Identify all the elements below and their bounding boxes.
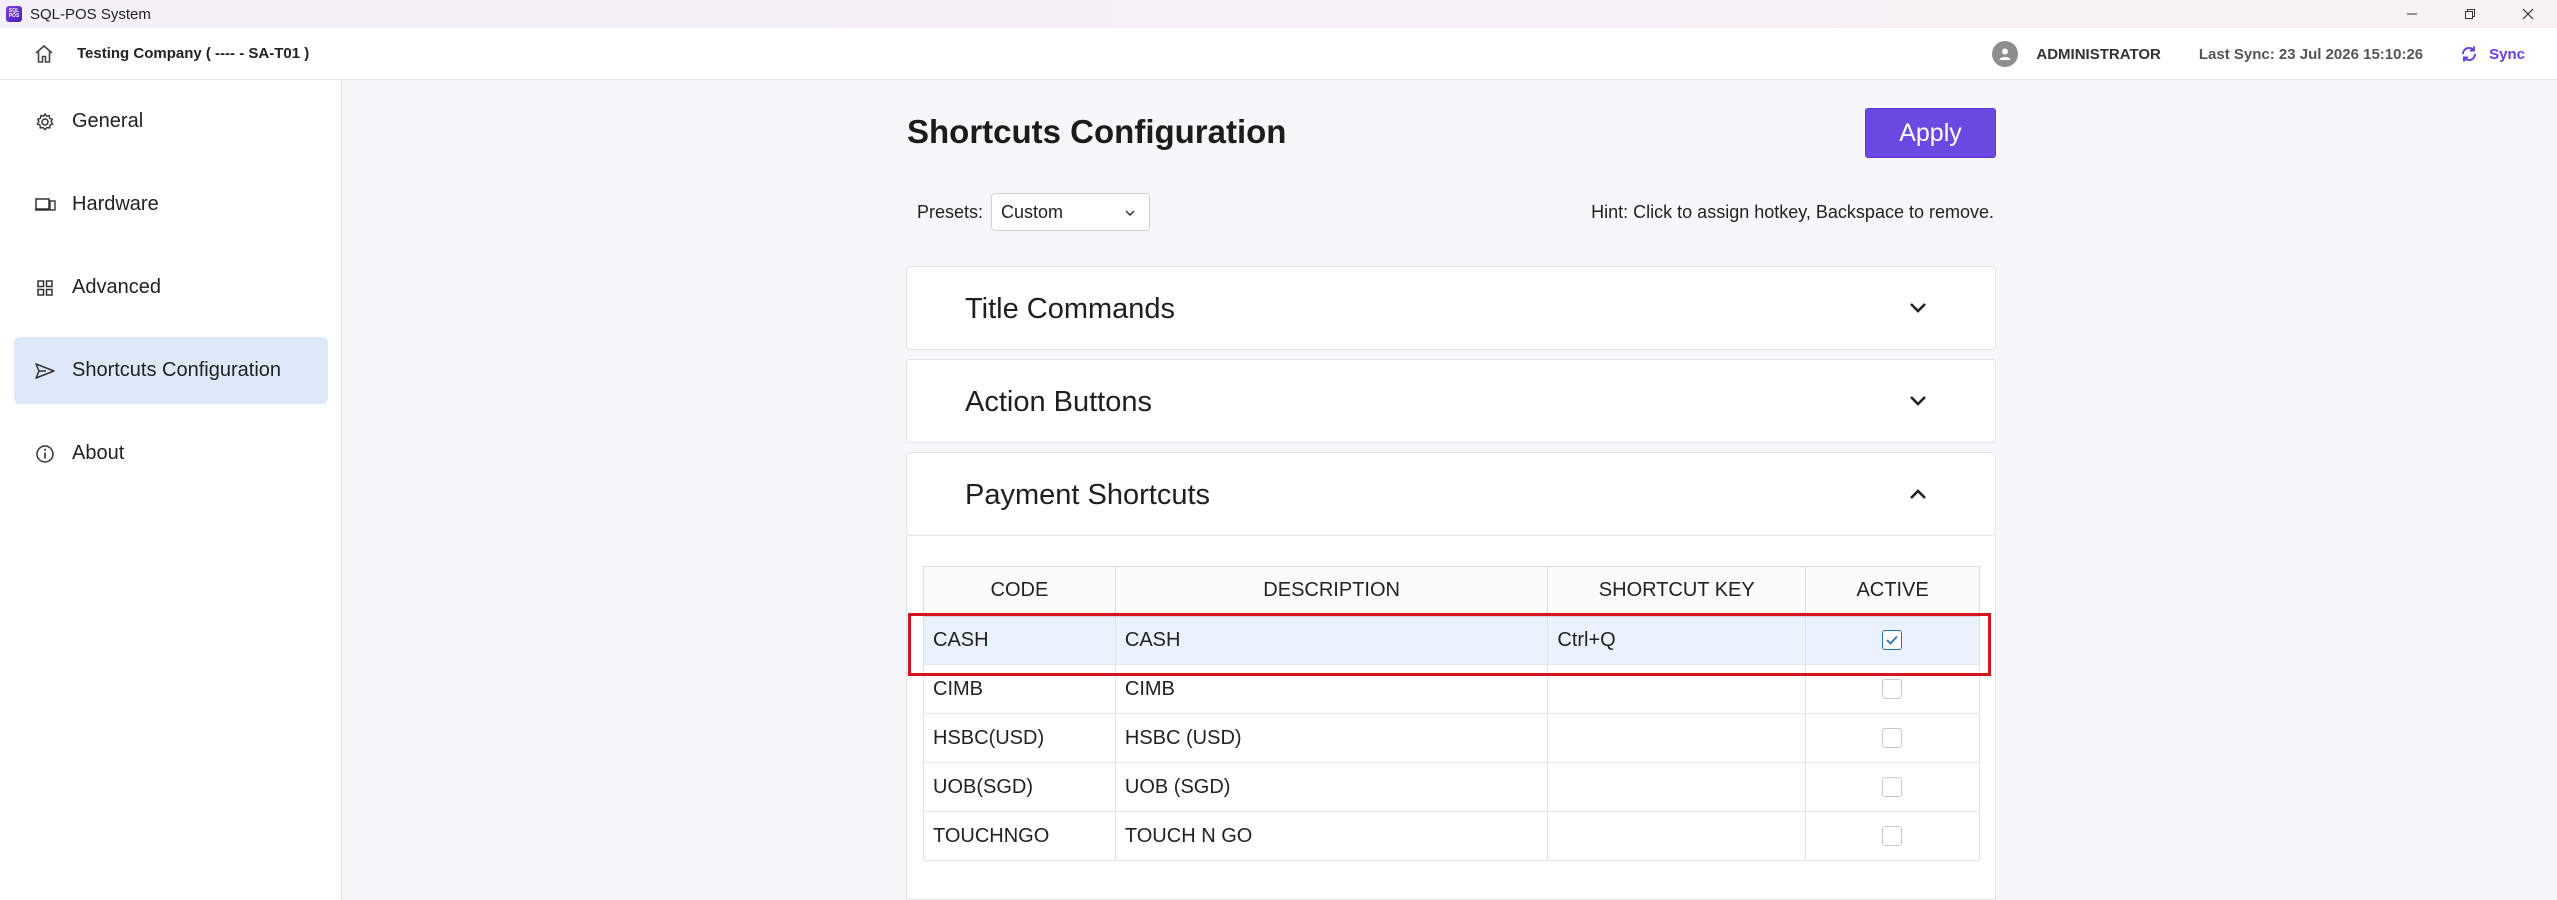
restore-icon bbox=[2465, 9, 2475, 19]
sidebar-item-general[interactable]: General bbox=[14, 88, 328, 155]
sidebar-item-label: Advanced bbox=[72, 276, 161, 298]
minimize-icon bbox=[2407, 13, 2417, 15]
app-logo-icon: SQL POS bbox=[6, 6, 22, 22]
avatar[interactable] bbox=[1992, 41, 2019, 67]
check-icon bbox=[1886, 636, 1898, 646]
send-icon bbox=[34, 360, 56, 382]
cell-active bbox=[1805, 762, 1980, 812]
cell-code: UOB(SGD) bbox=[923, 762, 1116, 812]
sidebar-item-advanced[interactable]: Advanced bbox=[14, 254, 328, 321]
user-area: ADMINISTRATOR Last Sync: 23 Jul 2026 15:… bbox=[1992, 28, 2557, 80]
user-icon bbox=[1999, 48, 2011, 60]
table-row[interactable]: TOUCHNGO TOUCH N GO bbox=[923, 811, 1980, 861]
page-title: Shortcuts Configuration bbox=[907, 113, 1287, 150]
gear-icon bbox=[34, 111, 56, 133]
payment-shortcuts-panel: CODE DESCRIPTION SHORTCUT KEY ACTIVE CAS… bbox=[906, 536, 1996, 900]
app-logo-text: SQL POS bbox=[8, 8, 20, 19]
minimize-button[interactable] bbox=[2383, 0, 2441, 28]
section-title: Title Commands bbox=[965, 293, 1176, 325]
app-header: Testing Company ( ---- - SA-T01 ) ADMINI… bbox=[0, 28, 2557, 80]
cell-code: TOUCHNGO bbox=[923, 811, 1116, 861]
section-title: Action Buttons bbox=[965, 386, 1152, 418]
sidebar-item-about[interactable]: About bbox=[14, 420, 328, 487]
home-icon bbox=[35, 44, 53, 63]
payment-shortcuts-table: CODE DESCRIPTION SHORTCUT KEY ACTIVE CAS… bbox=[923, 566, 1980, 861]
sync-icon bbox=[2462, 46, 2477, 62]
close-icon bbox=[2522, 8, 2534, 20]
cell-code: CASH bbox=[923, 615, 1116, 665]
sidebar-item-label: About bbox=[72, 442, 125, 464]
active-checkbox[interactable] bbox=[1882, 777, 1903, 798]
info-icon bbox=[34, 443, 56, 465]
cell-active bbox=[1805, 713, 1980, 763]
cell-description: UOB (SGD) bbox=[1115, 762, 1549, 812]
table-header-row: CODE DESCRIPTION SHORTCUT KEY ACTIVE bbox=[923, 566, 1980, 617]
username: ADMINISTRATOR bbox=[2036, 45, 2161, 63]
table-row[interactable]: CIMB CIMB bbox=[923, 664, 1980, 714]
cell-description: HSBC (USD) bbox=[1115, 713, 1549, 763]
presets-label: Presets: bbox=[917, 202, 984, 222]
sidebar-item-hardware[interactable]: Hardware bbox=[14, 171, 328, 238]
section-title-commands[interactable]: Title Commands bbox=[906, 266, 1996, 350]
cell-shortcut-key[interactable] bbox=[1547, 811, 1807, 861]
sidebar-item-label: General bbox=[72, 110, 144, 132]
chevron-down-icon bbox=[1910, 396, 1926, 406]
cell-active bbox=[1805, 664, 1980, 714]
table-row[interactable]: CASH CASH Ctrl+Q bbox=[923, 615, 1980, 665]
sidebar: General Hardware Advanced Shortcuts Conf… bbox=[0, 80, 342, 900]
cell-active bbox=[1805, 811, 1980, 861]
section-payment-shortcuts[interactable]: Payment Shortcuts bbox=[906, 452, 1996, 536]
hint-text: Hint: Click to assign hotkey, Backspace … bbox=[1591, 202, 1994, 222]
active-checkbox[interactable] bbox=[1882, 728, 1903, 749]
cell-description: CASH bbox=[1115, 615, 1549, 665]
active-checkbox[interactable] bbox=[1882, 826, 1903, 847]
restore-button[interactable] bbox=[2441, 0, 2499, 28]
apply-button[interactable]: Apply bbox=[1865, 108, 1996, 158]
chevron-down-icon bbox=[1125, 210, 1135, 217]
cell-shortcut-key[interactable] bbox=[1547, 762, 1807, 812]
devices-icon bbox=[34, 194, 56, 216]
column-header-shortcut-key[interactable]: SHORTCUT KEY bbox=[1547, 566, 1807, 617]
column-header-code[interactable]: CODE bbox=[923, 566, 1116, 617]
presets-selected-value: Custom bbox=[1001, 201, 1064, 222]
title-bar: SQL POS SQL-POS System bbox=[0, 0, 2557, 28]
section-action-buttons[interactable]: Action Buttons bbox=[906, 359, 1996, 443]
column-header-active[interactable]: ACTIVE bbox=[1805, 566, 1980, 617]
cell-description: CIMB bbox=[1115, 664, 1549, 714]
sync-label: Sync bbox=[2489, 45, 2525, 63]
home-button[interactable] bbox=[33, 43, 55, 65]
sidebar-item-label: Shortcuts Configuration bbox=[72, 359, 282, 381]
section-title: Payment Shortcuts bbox=[965, 479, 1210, 511]
column-header-description[interactable]: DESCRIPTION bbox=[1114, 566, 1549, 617]
window-title: SQL-POS System bbox=[30, 5, 151, 23]
cell-code: CIMB bbox=[923, 664, 1116, 714]
cell-shortcut-key[interactable] bbox=[1547, 664, 1807, 714]
grid-icon bbox=[34, 277, 56, 299]
cell-code: HSBC(USD) bbox=[923, 713, 1116, 763]
sync-button[interactable]: Sync bbox=[2459, 44, 2525, 64]
close-button[interactable] bbox=[2499, 0, 2557, 28]
presets-dropdown[interactable]: Custom bbox=[991, 193, 1150, 231]
table-row[interactable]: HSBC(USD) HSBC (USD) bbox=[923, 713, 1980, 763]
sidebar-item-shortcuts-configuration[interactable]: Shortcuts Configuration bbox=[14, 337, 328, 404]
sidebar-item-label: Hardware bbox=[72, 193, 159, 215]
table-row[interactable]: UOB(SGD) UOB (SGD) bbox=[923, 762, 1980, 812]
active-checkbox[interactable] bbox=[1882, 630, 1903, 651]
cell-shortcut-key[interactable]: Ctrl+Q bbox=[1547, 615, 1807, 665]
active-checkbox[interactable] bbox=[1882, 679, 1903, 700]
chevron-down-icon bbox=[1910, 303, 1926, 313]
last-sync-time: Last Sync: 23 Jul 2026 15:10:26 bbox=[2198, 45, 2424, 63]
cell-active bbox=[1805, 615, 1980, 665]
window-controls bbox=[2383, 0, 2557, 28]
company-name: Testing Company ( ---- - SA-T01 ) bbox=[77, 45, 310, 62]
cell-shortcut-key[interactable] bbox=[1547, 713, 1807, 763]
chevron-up-icon bbox=[1910, 489, 1926, 499]
cell-description: TOUCH N GO bbox=[1115, 811, 1549, 861]
